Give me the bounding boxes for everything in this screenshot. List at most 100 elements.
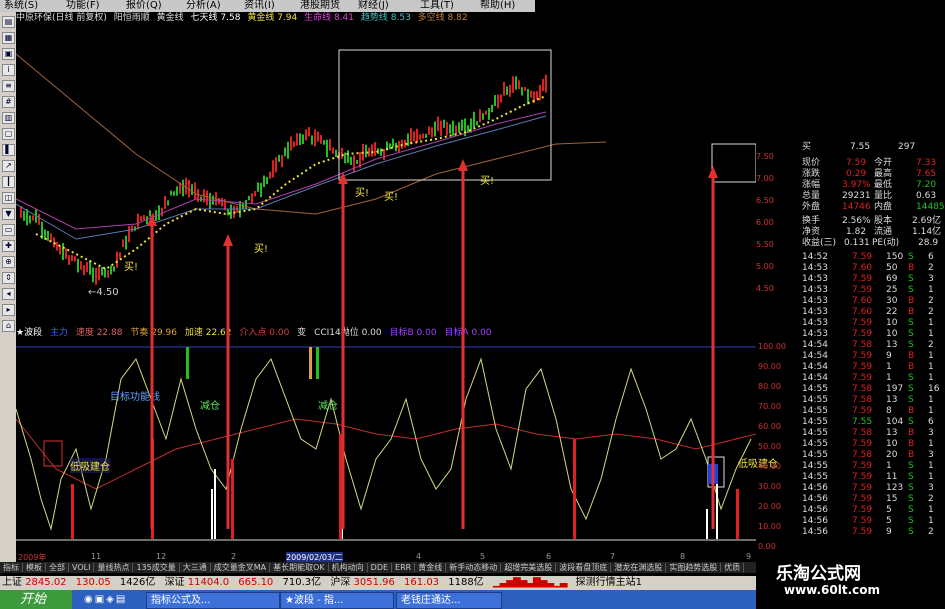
trade-cell: S — [908, 384, 914, 394]
zoom-icon[interactable]: ⊕ — [2, 256, 15, 268]
trade-cell: 1 — [928, 439, 934, 449]
page-icon[interactable]: ▭ — [2, 224, 15, 236]
trade-cell: 123 — [886, 483, 904, 493]
layout-icon[interactable]: ◫ — [2, 192, 15, 204]
trade-cell: S — [908, 340, 914, 350]
task-formula-editor[interactable]: 指标公式及... — [146, 592, 280, 609]
quote-label: 涨跌 — [802, 169, 821, 179]
trend-icon[interactable]: ↗ — [2, 160, 15, 172]
info-icon[interactable]: i — [2, 64, 15, 76]
formula-tab[interactable]: ERR — [392, 563, 416, 572]
grid-icon[interactable]: # — [2, 96, 15, 108]
menu-item-function[interactable]: 功能(F) — [66, 0, 100, 12]
cross-icon[interactable]: ✚ — [2, 240, 15, 252]
formula-tab[interactable]: 新手动态移动 — [446, 563, 502, 572]
chart-icon[interactable]: ▤ — [2, 16, 15, 28]
trade-cell: 1 — [886, 362, 892, 372]
quote-value: 3.97% — [842, 180, 871, 190]
scale-icon[interactable]: ⇕ — [2, 272, 15, 284]
formula-tab[interactable]: 优质 — [721, 563, 745, 572]
market-breadth-bar: ▁▃▅▇▅▃▇▅▃▁▃ — [492, 577, 568, 588]
formula-tabs: 指标 模板 全部 VOLI 量线热点 135成交量 大三通 成交量金叉MA 基长期能取OK 机构动… — [0, 562, 756, 573]
trade-cell: 2 — [928, 527, 934, 537]
bars-icon[interactable]: ▌ — [2, 144, 15, 156]
menu-item-system[interactable]: 系统(S) — [4, 0, 38, 12]
trade-row: 14:55 7.58 13 S 1 — [770, 395, 942, 406]
hs-amount: 1188亿 — [448, 577, 484, 588]
trade-cell: 14:54 — [802, 351, 828, 361]
trade-cell: 14:53 — [802, 274, 828, 284]
formula-tab[interactable]: 模板 — [23, 563, 46, 572]
formula-tab[interactable]: 成交量金叉MA — [210, 563, 271, 572]
filter-icon[interactable]: ▼ — [2, 208, 15, 220]
window-icon[interactable]: ▣ — [2, 48, 15, 60]
trade-cell: 15 — [886, 494, 898, 504]
formula-tab[interactable]: 135成交量 — [133, 563, 180, 572]
quote-label: 换手 — [802, 216, 821, 226]
trade-cell: 2 — [928, 494, 934, 504]
trade-row: 14:54 7.59 1 B 1 — [770, 362, 942, 373]
formula-tab[interactable]: 大三通 — [179, 563, 211, 572]
gold-line-value: 黄金线 7.94 — [247, 13, 298, 23]
candle-icon[interactable]: ┃ — [2, 176, 15, 188]
formula-tab[interactable]: 量线热点 — [94, 563, 134, 572]
trade-cell: 7.59 — [852, 285, 873, 295]
trade-cell: 1 — [928, 472, 934, 482]
trade-cell: 13 — [886, 428, 898, 438]
buy-arrow-head — [338, 172, 348, 184]
list-icon[interactable]: ≡ — [2, 80, 15, 92]
formula-tab[interactable]: 超增完美选股 — [501, 563, 557, 572]
trade-cell: 7.58 — [852, 340, 873, 350]
formula-tab[interactable]: 黄金线 — [415, 563, 447, 572]
trade-cell: 7.58 — [852, 384, 873, 394]
formula-tab[interactable]: 指标 — [0, 563, 23, 572]
quick-launch-icons[interactable]: ◉▣◈▤ — [84, 594, 140, 606]
quote-row: 涨幅 3.97% 最低 7.20 — [770, 180, 942, 191]
sh-index: 2845.02 — [25, 577, 67, 588]
menu-item-analysis[interactable]: 分析(A) — [186, 0, 221, 12]
server-status[interactable]: 探测行情主站1 — [576, 577, 642, 588]
left-icon[interactable]: ◂ — [2, 288, 15, 300]
formula-tab[interactable]: 基长期能取OK — [270, 563, 329, 572]
doc-icon[interactable]: ▢ — [2, 128, 15, 140]
trade-cell: B — [908, 439, 915, 449]
trade-row: 14:56 7.59 5 S 1 — [770, 505, 942, 516]
x-tick: 6 — [546, 552, 552, 561]
task-wave-indicator[interactable]: ★波段 - 指... — [280, 592, 394, 609]
menu-item-help[interactable]: 帮助(H) — [480, 0, 515, 12]
book-icon[interactable]: ▥ — [2, 112, 15, 124]
formula-tab[interactable]: 实图趋势选股 — [666, 563, 722, 572]
x-tick: 2 — [231, 552, 237, 561]
menu-item-finance[interactable]: 财经(J) — [358, 0, 389, 12]
menu-item-info[interactable]: 资讯(I) — [244, 0, 275, 12]
quote-row: 收益(三) 0.131 PE(动) 28.9 — [770, 238, 942, 249]
trade-row: 14:55 7.58 197 S 16 — [770, 384, 942, 395]
formula-tab[interactable]: DDE — [367, 563, 393, 572]
home-icon[interactable]: ⌂ — [2, 320, 15, 332]
table-icon[interactable]: ▦ — [2, 32, 15, 44]
formula-tab[interactable]: 潜龙在渊选股 — [611, 563, 667, 572]
index-status-bar: 上证 2845.02 130.05 1426亿 深证 11404.0 665.1… — [0, 576, 756, 590]
trade-cell: B — [908, 296, 915, 306]
trade-row: 14:54 7.58 13 S 2 — [770, 340, 942, 351]
formula-tab[interactable]: 机构动向 — [328, 563, 368, 572]
trade-row: 14:53 7.59 69 S 3 — [770, 274, 942, 285]
trade-cell: 1 — [928, 329, 934, 339]
formula-tab[interactable]: 波段看盘顶底 — [556, 563, 612, 572]
trade-cell: 1 — [928, 461, 934, 471]
start-button[interactable]: 开始 — [0, 590, 72, 609]
buy-arrow-head — [147, 214, 157, 226]
task-trading-app[interactable]: 老钱庄通达... — [396, 592, 502, 609]
quote-panel: 买 7.55 297 现价 7.59 今开 7.33 涨跌 0.29 最高 7.… — [770, 130, 945, 550]
quote-label: 股本 — [874, 216, 893, 226]
menu-item-hk-futures[interactable]: 港股期货 — [300, 0, 340, 12]
watermark-url: www.60lt.com — [784, 583, 881, 597]
right-icon[interactable]: ▸ — [2, 304, 15, 316]
trade-cell: 14:54 — [802, 373, 828, 383]
quote-label: 涨幅 — [802, 180, 821, 190]
formula-tab[interactable]: VOLI — [69, 563, 95, 572]
formula-tab[interactable]: 全部 — [46, 563, 69, 572]
menu-item-tools[interactable]: 工具(T) — [420, 0, 454, 12]
quote-label: 净资 — [802, 227, 821, 237]
menu-item-quote[interactable]: 报价(Q) — [126, 0, 162, 12]
